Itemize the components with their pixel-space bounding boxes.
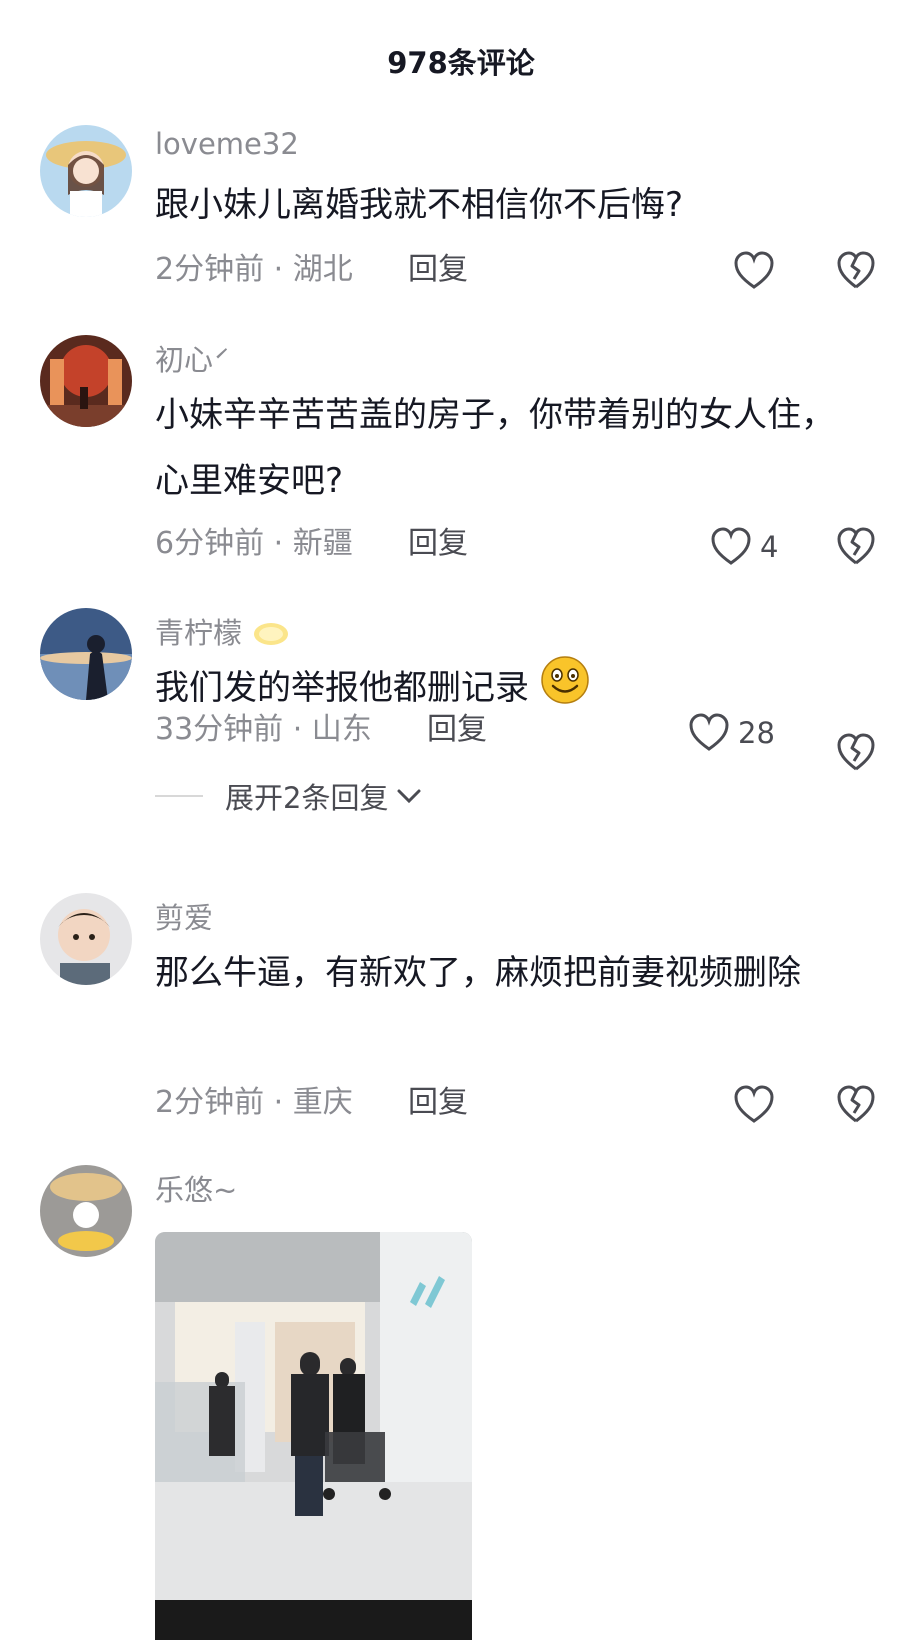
comment-username[interactable]: loveme32 <box>155 127 299 161</box>
comment-username[interactable]: 青柠檬 <box>155 610 291 652</box>
avatar[interactable] <box>40 893 132 985</box>
comment-image[interactable] <box>155 1232 472 1640</box>
comment-text: 那么牛逼，有新欢了，麻烦把前妻视频删除 <box>155 953 801 993</box>
comments-count-title: 978条评论 <box>387 46 535 80</box>
broken-heart-icon <box>837 527 875 565</box>
comment-username[interactable]: 剪爱 <box>155 895 213 937</box>
comment-text: 小妹辛辛苦苦盖的房子，你带着别的女人住，心里难安吧? <box>155 395 835 501</box>
like-button[interactable]: 4 <box>710 525 778 569</box>
comment-username[interactable]: 初心́ <box>155 337 213 379</box>
heart-outline-icon <box>711 527 751 565</box>
dislike-button[interactable] <box>836 251 876 295</box>
reply-button[interactable]: 回复 <box>408 518 468 562</box>
comment-username-text: 青柠檬 <box>155 616 243 650</box>
expand-replies-button[interactable]: 展开2条回复 <box>155 775 424 817</box>
smile-emoji-icon <box>541 656 589 704</box>
divider-line <box>155 795 203 797</box>
avatar[interactable] <box>40 335 132 427</box>
heart-outline-icon <box>734 1085 774 1123</box>
like-button[interactable]: 28 <box>688 711 775 755</box>
avatar[interactable] <box>40 1165 132 1257</box>
reply-button[interactable]: 回复 <box>408 244 468 288</box>
reply-button[interactable]: 回复 <box>427 704 487 748</box>
comment-text: 跟小妹儿离婚我就不相信你不后悔? <box>155 185 684 225</box>
comment-text-content: 我们发的举报他都删记录 <box>155 668 529 708</box>
comment-meta: 2分钟前 · 湖北 <box>155 252 353 287</box>
dislike-button[interactable] <box>836 1085 876 1129</box>
avatar[interactable] <box>40 125 132 217</box>
broken-heart-icon <box>837 251 875 289</box>
reply-button[interactable]: 回复 <box>408 1077 468 1121</box>
like-count: 4 <box>760 530 779 564</box>
heart-outline-icon <box>689 713 729 751</box>
broken-heart-icon <box>837 1085 875 1123</box>
chevron-down-icon <box>397 789 421 804</box>
like-button[interactable] <box>733 249 783 293</box>
comment-meta: 33分钟前 · 山东 <box>155 712 372 747</box>
avatar[interactable] <box>40 608 132 700</box>
like-count: 28 <box>738 716 775 750</box>
expand-replies-label: 展开2条回复 <box>225 781 389 815</box>
broken-heart-icon <box>837 733 875 771</box>
comment-meta: 6分钟前 · 新疆 <box>155 526 353 561</box>
heart-outline-icon <box>734 251 774 289</box>
comment-username[interactable]: 乐悠~ <box>155 1167 237 1209</box>
like-button[interactable] <box>733 1083 783 1127</box>
comment-meta: 2分钟前 · 重庆 <box>155 1085 353 1120</box>
dislike-button[interactable] <box>836 527 876 571</box>
dislike-button[interactable] <box>836 733 876 777</box>
lemon-icon <box>254 623 289 645</box>
